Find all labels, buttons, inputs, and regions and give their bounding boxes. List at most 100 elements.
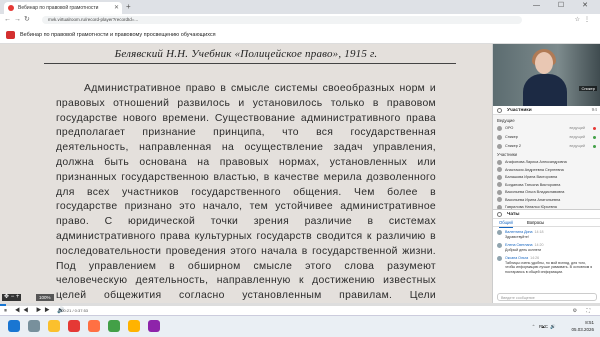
document-text: Административное право в смысле системы … — [56, 82, 436, 303]
leader-row[interactable]: Спикер ведущий — [495, 133, 599, 141]
avatar — [497, 159, 502, 165]
avatar — [497, 143, 502, 149]
tray-time: 8:51 — [585, 320, 594, 325]
participants-header[interactable]: Участники 94 — [493, 106, 600, 115]
mail-icon[interactable] — [88, 320, 100, 332]
nav-buttons[interactable]: ←→↻ — [4, 14, 33, 26]
document-heading: Белявский Н.Н. Учебник «Полицейское прав… — [114, 48, 378, 60]
player-bar: ⏸ ◀◀ ▶▶ 🔊 0:00:21 / 0:37:53 ⚙ ⛶ — [0, 303, 600, 315]
users-icon — [497, 108, 502, 113]
browser-toolbar[interactable]: ☆⋮ — [575, 14, 594, 26]
star-icon[interactable]: ☆ — [575, 17, 584, 23]
language-indicator[interactable]: РУС — [539, 324, 548, 329]
url-input[interactable]: mvk.virtualroom.ru/record-player?recordI… — [42, 16, 522, 24]
address-bar-row: ←→↻ mvk.virtualroom.ru/record-player?rec… — [0, 14, 600, 26]
message-author: Валентина Дина — [505, 230, 533, 234]
avatar — [497, 230, 502, 235]
chat-message: Валентина Дина 14:18 Здравствуйте! — [497, 230, 597, 239]
menu-icon[interactable]: ⋮ — [584, 17, 594, 23]
speaker-face — [535, 52, 553, 74]
browser-tab-bar: Вебинар по правовой грамотности ✕ + — ☐ … — [0, 0, 600, 14]
message-time: 14:18 — [534, 230, 544, 234]
message-text: Здравствуйте! — [505, 234, 529, 239]
leader-role: ведущий — [569, 135, 585, 139]
chat-message: Оксана Ольга 14:26 Таблицы очень удобны, н… — [497, 256, 597, 274]
leader-role: ведущий — [569, 144, 585, 148]
search-icon[interactable] — [28, 320, 40, 332]
avatar — [497, 256, 502, 261]
message-author: Елена Светлана — [505, 243, 533, 247]
chat-message: Елена Светлана 14:20 Добрый день коллеги — [497, 243, 597, 252]
browser-tab[interactable]: Вебинар по правовой грамотности ✕ — [4, 2, 122, 14]
message-time: 14:20 — [534, 243, 544, 247]
tray-date: 05.03.2026 — [571, 327, 594, 332]
participant-name: Васильева Ольга Владиславовна — [505, 190, 565, 194]
speaker-body — [523, 74, 567, 106]
participants-count: 94 — [591, 108, 597, 113]
participants-title: Участники — [507, 108, 532, 113]
reload-icon[interactable]: ↻ — [24, 16, 33, 23]
document-paragraph: Административное право в смысле системы … — [56, 83, 436, 302]
yandex-icon[interactable] — [68, 320, 80, 332]
close-tab-icon[interactable]: ✕ — [114, 2, 119, 14]
avatar — [497, 189, 502, 195]
os-taskbar: ⌃ ☁ 🔊 8:51 05.03.2026 РУС — [0, 315, 600, 337]
system-clock[interactable]: 8:51 05.03.2026 — [571, 319, 594, 333]
explorer-icon[interactable] — [48, 320, 60, 332]
forward-icon[interactable]: → — [14, 16, 24, 23]
chat-icon — [497, 212, 502, 217]
new-tab-button[interactable]: + — [126, 2, 131, 11]
tab-questions[interactable]: Вопросы — [527, 219, 544, 227]
participant-name: Агафонова Лариса Александровна — [505, 160, 567, 164]
tab-favicon-icon — [8, 5, 14, 11]
browser2-icon[interactable] — [128, 320, 140, 332]
active-app-icon[interactable] — [148, 320, 160, 332]
avatar — [497, 197, 502, 202]
chat-title: Чаты — [507, 212, 520, 217]
avatar — [497, 125, 502, 131]
participant-name: Богданова Татьяна Викторовна — [505, 182, 561, 187]
status-dot-icon — [593, 126, 596, 130]
status-dot-icon — [593, 144, 596, 148]
tab-title: Вебинар по правовой грамотности — [18, 5, 99, 11]
avatar — [497, 174, 502, 180]
participant-name: Васильева Ирина Анатольевна — [505, 197, 561, 202]
avatar — [497, 182, 502, 187]
zoom-level: 100% — [36, 294, 54, 301]
participant-name: Балашова Ирина Викторовна — [505, 175, 558, 179]
leaders-title: Ведущие — [497, 118, 515, 123]
status-dot-icon — [593, 135, 596, 139]
leader-name: Спикер — [505, 135, 518, 139]
start-icon[interactable] — [8, 320, 20, 332]
webinar-title: Вебинар по правовой грамотности и правов… — [20, 32, 216, 38]
message-time: 14:26 — [530, 256, 540, 260]
leader-row[interactable]: Спикер 2 ведущий — [495, 142, 599, 150]
app-logo-icon — [6, 31, 15, 39]
avatar — [497, 243, 502, 248]
leader-role: ведущий — [569, 126, 585, 130]
zoom-controls[interactable]: ✥ − + — [2, 294, 22, 301]
shared-document: Белявский Н.Н. Учебник «Полицейское прав… — [0, 44, 492, 303]
participant-name: Анастасия Андреевна Сергеевна — [505, 167, 564, 172]
message-text: Таблицы очень удобны, но мой взгляд, для… — [505, 260, 593, 274]
chat-input[interactable]: Введите сообщение — [497, 293, 597, 301]
speaker-label: Спикер — [579, 86, 597, 91]
leader-row[interactable]: ОРО ведущий — [495, 124, 599, 132]
leader-name: Спикер 2 — [505, 144, 522, 148]
avatar — [497, 134, 502, 140]
chat-header[interactable]: Чаты — [493, 210, 600, 219]
window-controls[interactable]: — ☐ ✕ — [533, 1, 596, 9]
message-author: Оксана Ольга — [505, 256, 529, 260]
chat-panel: Чаты Общий Вопросы Валентина Дина 14:18 Зд… — [493, 209, 600, 303]
chat-tabs: Общий Вопросы — [493, 219, 600, 228]
leader-name: ОРО — [505, 126, 514, 130]
speaker-video[interactable]: Спикер — [493, 44, 600, 106]
message-text: Добрый день коллеги — [505, 247, 542, 252]
back-icon[interactable]: ← — [4, 16, 14, 23]
heading-divider — [44, 63, 456, 64]
progress-track[interactable] — [0, 304, 600, 306]
tab-general[interactable]: Общий — [499, 219, 513, 228]
chrome-icon[interactable] — [108, 320, 120, 332]
members-title: Участники — [497, 152, 518, 157]
app-header: Вебинар по правовой грамотности и правов… — [0, 26, 600, 44]
